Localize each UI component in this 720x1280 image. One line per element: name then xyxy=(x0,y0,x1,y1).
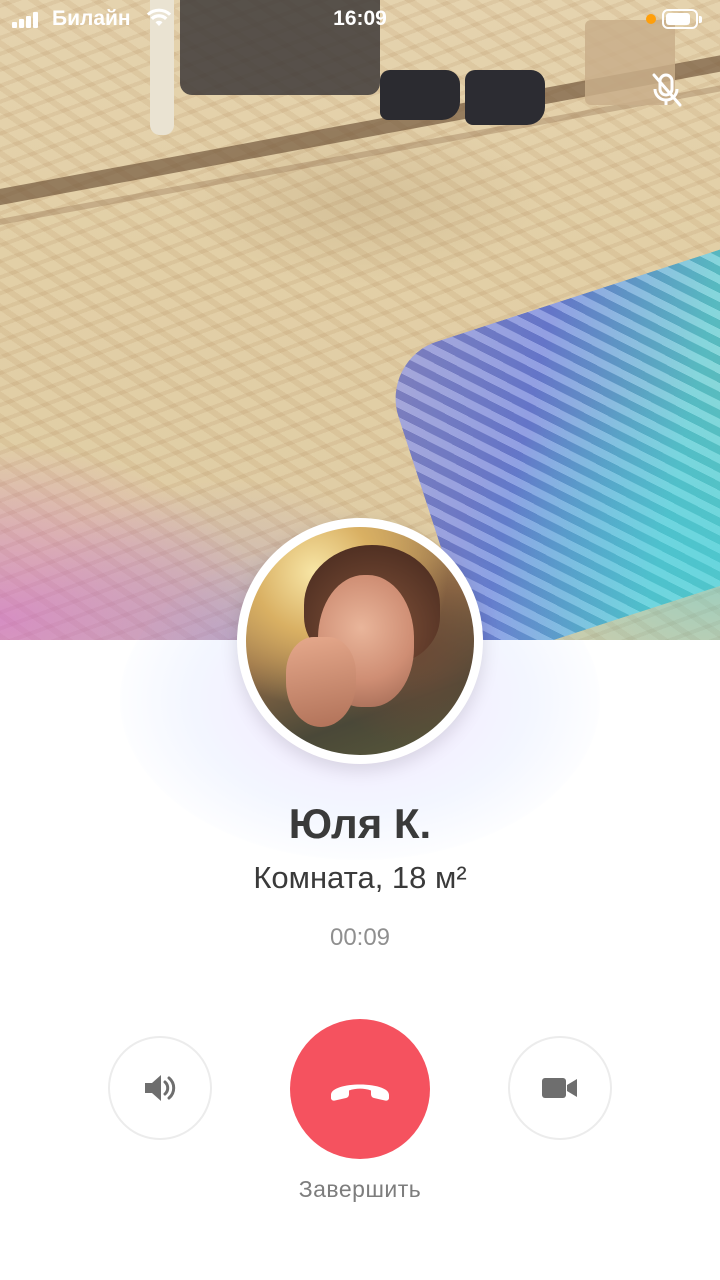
speaker-icon xyxy=(145,1075,176,1101)
caller-avatar xyxy=(237,518,483,764)
battery-icon xyxy=(662,9,702,29)
call-timer: 00:09 xyxy=(329,924,391,951)
status-time: 16:09 xyxy=(333,7,387,30)
caller-photo xyxy=(246,527,474,755)
speaker-button[interactable] xyxy=(108,1036,212,1140)
status-bar: Билайн 16:09 xyxy=(0,0,720,40)
listing-title: Комната, 18 м² xyxy=(253,860,467,895)
caller-name: Юля К. xyxy=(288,800,432,847)
video-camera-icon xyxy=(542,1078,577,1098)
video-toggle-button[interactable] xyxy=(508,1036,612,1140)
end-call-button[interactable] xyxy=(290,1019,430,1159)
phone-hangup-icon xyxy=(331,1084,389,1101)
mic-off-icon xyxy=(652,73,682,107)
end-call-label: Завершить xyxy=(298,1176,422,1202)
mic-in-use-indicator xyxy=(646,14,656,24)
